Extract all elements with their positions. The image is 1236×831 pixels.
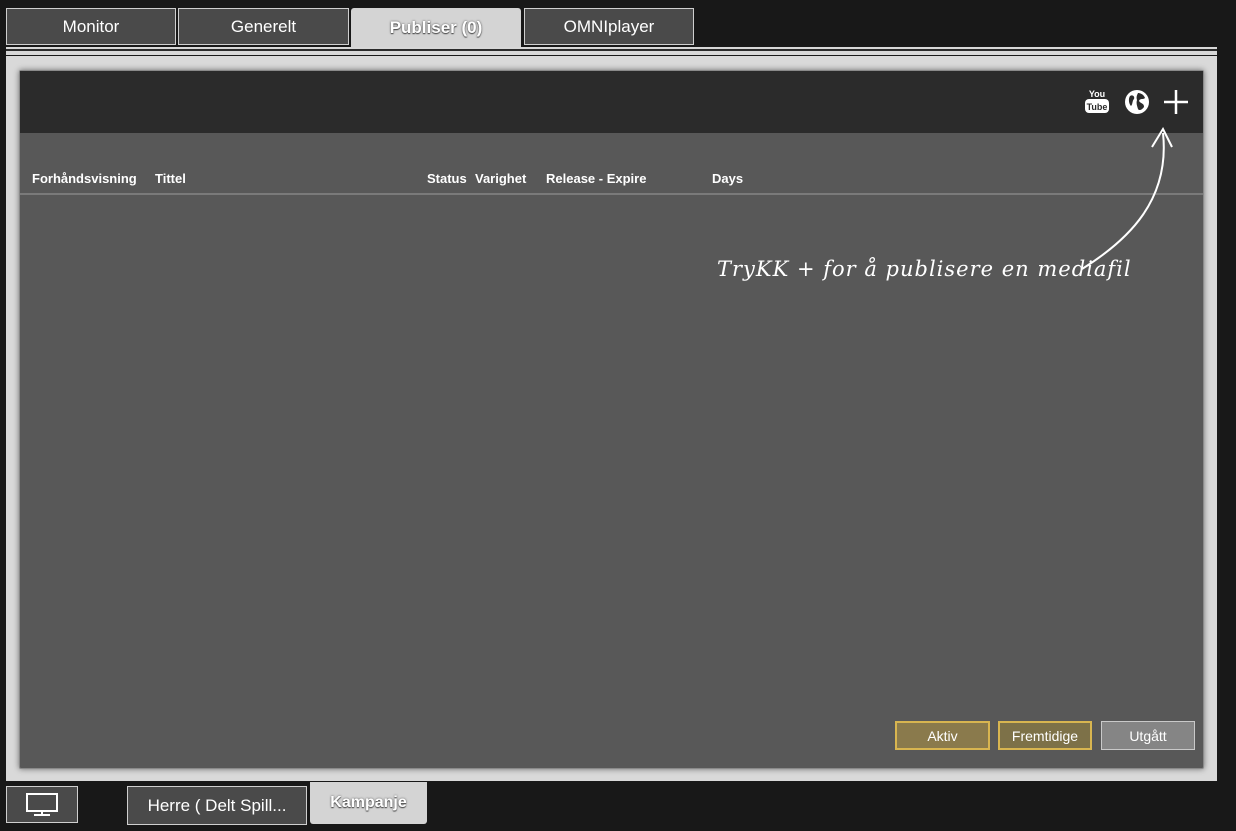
tab-kampanje[interactable]: Kampanje xyxy=(310,782,427,824)
tab-kampanje-label: Kampanje xyxy=(330,794,407,811)
svg-text:You: You xyxy=(1089,89,1105,99)
tab-monitor-label: Monitor xyxy=(62,16,120,36)
col-preview[interactable]: Forhåndsvisning xyxy=(32,171,137,186)
filter-aktiv-button[interactable]: Aktiv xyxy=(895,721,990,750)
col-title[interactable]: Tittel xyxy=(155,171,186,186)
tab-generelt[interactable]: Generelt xyxy=(178,8,349,45)
globe-icon[interactable] xyxy=(1124,89,1150,115)
svg-text:Tube: Tube xyxy=(1087,102,1108,112)
col-release-expire[interactable]: Release - Expire xyxy=(546,171,646,186)
col-duration[interactable]: Varighet xyxy=(475,171,526,186)
filter-fremtidige-button[interactable]: Fremtidige xyxy=(998,721,1092,750)
tab-omniplayer-label: OMNIplayer xyxy=(563,16,655,36)
col-days[interactable]: Days xyxy=(712,171,743,186)
youtube-icon[interactable]: You Tube xyxy=(1084,88,1110,116)
monitor-icon xyxy=(26,792,58,816)
publish-hint: TryKK + for å publisere en mediafil xyxy=(717,257,1132,281)
publish-panel: You Tube Forhåndsvisning Tittel Status V… xyxy=(19,70,1204,769)
table-header: Forhåndsvisning Tittel Status Varighet R… xyxy=(20,171,1203,195)
tab-monitor[interactable]: Monitor xyxy=(6,8,176,45)
panel-toolbar: You Tube xyxy=(20,71,1203,133)
filter-utgatt-button[interactable]: Utgått xyxy=(1101,721,1195,750)
col-status[interactable]: Status xyxy=(427,171,467,186)
tab-herre-label: Herre ( Delt Spill... xyxy=(147,795,287,815)
tab-herre[interactable]: Herre ( Delt Spill... xyxy=(127,786,307,825)
tab-underline-shadow xyxy=(6,49,1217,51)
tab-publiser-label: Publiser (0) xyxy=(389,18,483,37)
monitor-button[interactable] xyxy=(6,786,78,823)
tab-publiser[interactable]: Publiser (0) xyxy=(351,8,521,48)
header-divider xyxy=(20,193,1203,195)
hint-arrow-icon xyxy=(1081,126,1173,270)
tab-omniplayer[interactable]: OMNIplayer xyxy=(524,8,694,45)
tab-generelt-label: Generelt xyxy=(230,16,297,36)
plus-icon[interactable] xyxy=(1162,88,1190,116)
